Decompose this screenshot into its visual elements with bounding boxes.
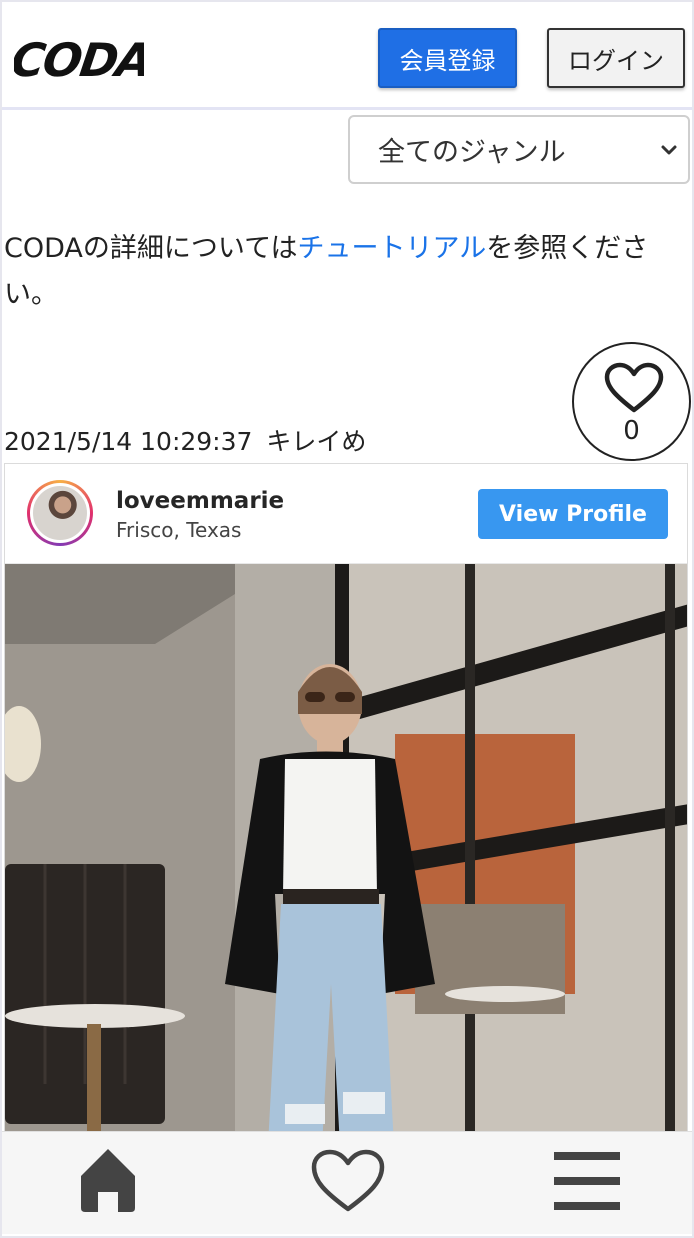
svg-text:CODA: CODA [14,33,144,86]
coda-logo[interactable]: CODA [14,28,144,86]
home-icon[interactable] [78,1146,138,1214]
outfit-photo-illustration [5,564,687,1162]
instagram-embed: loveemmarie Frisco, Texas View Profile [4,463,688,1163]
tutorial-notice: CODAの詳細についてはチュートリアルを参照ください。 [4,226,688,318]
instagram-photo[interactable] [5,564,687,1162]
menu-icon[interactable] [554,1150,620,1212]
post-datetime: 2021/5/14 10:29:37 [4,427,253,456]
avatar[interactable] [27,480,93,546]
instagram-location[interactable]: Frisco, Texas [116,518,241,542]
heart-icon [604,362,664,413]
heart-icon[interactable] [310,1148,386,1214]
genre-select[interactable]: 全てのジャンル [348,115,690,184]
login-button[interactable]: ログイン [547,28,685,88]
register-button[interactable]: 会員登録 [378,28,517,88]
notice-prefix: CODAの詳細については [4,233,298,264]
like-button[interactable]: 0 [572,342,691,461]
bottom-nav [2,1131,692,1234]
view-profile-button[interactable]: View Profile [478,489,668,539]
instagram-username[interactable]: loveemmarie [116,488,284,514]
site-header: CODA 会員登録 ログイン [2,2,692,110]
instagram-header: loveemmarie Frisco, Texas View Profile [5,464,687,564]
post-meta: 2021/5/14 10:29:37 キレイめ [4,422,366,458]
like-count: 0 [623,416,640,446]
post-genre: キレイめ [266,427,367,456]
genre-select-value: 全てのジャンル [378,137,566,168]
chevron-down-icon [661,145,677,155]
tutorial-link[interactable]: チュートリアル [298,233,487,264]
